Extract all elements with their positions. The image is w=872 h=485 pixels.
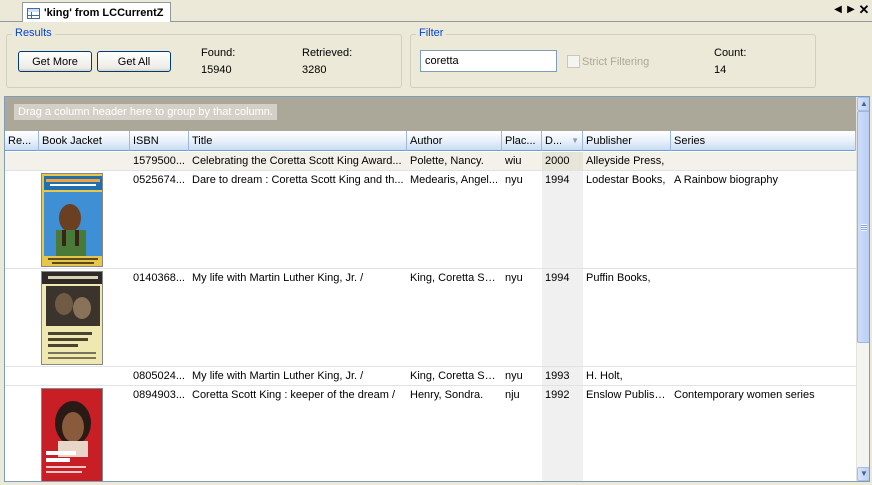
date-cell: 1994 (545, 174, 570, 186)
scroll-up-icon[interactable]: ▲ (857, 97, 869, 111)
column-header-publisher[interactable]: Publisher (583, 131, 671, 151)
place-cell: wiu (505, 155, 522, 167)
column-header-author[interactable]: Author (407, 131, 502, 151)
place-cell: nyu (505, 272, 523, 284)
table-row[interactable]: 0525674... Dare to dream : Coretta Scott… (5, 171, 856, 269)
author-cell: Henry, Sondra. (410, 389, 484, 401)
place-cell: nyu (505, 370, 523, 382)
keeper-of-dream-cover (41, 388, 103, 481)
get-more-button[interactable]: Get More (18, 51, 92, 72)
isbn-cell: 0140368... (133, 272, 185, 284)
author-cell: King, Coretta Sc... (410, 370, 500, 382)
title-cell: My life with Martin Luther King, Jr. / (192, 370, 364, 382)
author-cell: Medearis, Angel... (410, 174, 499, 186)
count-value: 14 (714, 64, 727, 76)
sort-descending-icon: ▼ (571, 136, 579, 145)
date-cell: 1994 (545, 272, 570, 284)
isbn-cell: 0805024... (133, 370, 185, 382)
tab-strip: 'king' from LCCurrentZ ◀ ▶ ✕ (0, 0, 872, 23)
found-label: Found: (201, 47, 236, 59)
date-cell: 1992 (545, 389, 570, 401)
get-all-button[interactable]: Get All (97, 51, 171, 72)
title-cell: My life with Martin Luther King, Jr. / (192, 272, 364, 284)
retrieved-value: 3280 (302, 64, 327, 76)
tab-scroll-right-icon[interactable]: ▶ (845, 3, 857, 17)
found-value: 15940 (201, 64, 232, 76)
title-cell: Dare to dream : Coretta Scott King and t… (192, 174, 404, 186)
grid-header: Re... Book Jacket ISBN Title Author Plac… (5, 131, 856, 151)
dare-to-dream-cover (41, 173, 103, 267)
column-header-date-label: D... (545, 135, 563, 147)
my-life-cover (41, 271, 103, 365)
date-cell: 1993 (545, 370, 570, 382)
table-icon (27, 7, 40, 19)
publisher-cell: Puffin Books, (586, 272, 651, 284)
table-row[interactable]: 0894903... Coretta Scott King : keeper o… (5, 386, 856, 481)
close-icon[interactable]: ✕ (858, 3, 870, 17)
table-row[interactable]: 1579500... Celebrating the Coretta Scott… (5, 152, 856, 171)
column-header-series[interactable]: Series (671, 131, 856, 151)
tab-scroll-left-icon[interactable]: ◀ (832, 3, 844, 17)
author-cell: Polette, Nancy. (410, 155, 484, 167)
series-cell (671, 152, 856, 154)
publisher-cell: Lodestar Books, (586, 174, 666, 186)
series-cell: A Rainbow biography (674, 174, 778, 186)
results-title: Results (12, 27, 55, 39)
vertical-scrollbar[interactable]: ▲ ▼ (856, 97, 869, 481)
series-cell (671, 269, 856, 271)
strict-filtering-checkbox[interactable] (567, 55, 580, 68)
isbn-cell: 0525674... (133, 174, 185, 186)
series-cell (671, 367, 856, 369)
scroll-down-icon[interactable]: ▼ (857, 467, 869, 481)
filter-title: Filter (416, 27, 447, 39)
date-cell: 2000 (545, 155, 570, 167)
isbn-cell: 0894903... (133, 389, 185, 401)
grid-rows: 1579500... Celebrating the Coretta Scott… (5, 152, 856, 481)
table-row[interactable]: 0805024... My life with Martin Luther Ki… (5, 367, 856, 386)
isbn-cell: 1579500... (133, 155, 185, 167)
strict-filtering-label: Strict Filtering (582, 56, 650, 68)
table-row[interactable]: 0140368... My life with Martin Luther Ki… (5, 269, 856, 367)
group-by-hint: Drag a column header here to group by th… (14, 104, 277, 120)
column-header-place[interactable]: Plac... (502, 131, 542, 151)
column-header-record[interactable]: Re... (5, 131, 39, 151)
author-cell: King, Coretta Sc... (410, 272, 500, 284)
count-label: Count: (714, 47, 747, 59)
column-header-title[interactable]: Title (189, 131, 407, 151)
query-panel: Results Get More Get All Found: 15940 Re… (0, 22, 872, 96)
title-cell: Coretta Scott King : keeper of the dream… (192, 389, 395, 401)
series-cell: Contemporary women series (674, 389, 815, 401)
column-header-isbn[interactable]: ISBN (130, 131, 189, 151)
title-cell: Celebrating the Coretta Scott King Award… (192, 155, 402, 167)
column-header-date[interactable]: D... ▼ (542, 131, 583, 151)
results-grid: Drag a column header here to group by th… (4, 96, 870, 482)
document-tab[interactable]: 'king' from LCCurrentZ (22, 2, 171, 23)
publisher-cell: Enslow Publish... (586, 389, 670, 401)
filter-input[interactable] (420, 50, 557, 72)
tab-title: 'king' from LCCurrentZ (44, 7, 164, 19)
publisher-cell: H. Holt, (586, 370, 623, 382)
column-header-book-jacket[interactable]: Book Jacket (39, 131, 130, 151)
retrieved-label: Retrieved: (302, 47, 353, 59)
place-cell: nju (505, 389, 520, 401)
publisher-cell: Alleyside Press, (586, 155, 665, 167)
scrollbar-thumb[interactable] (857, 111, 869, 343)
group-by-area[interactable]: Drag a column header here to group by th… (5, 97, 856, 131)
place-cell: nyu (505, 174, 523, 186)
